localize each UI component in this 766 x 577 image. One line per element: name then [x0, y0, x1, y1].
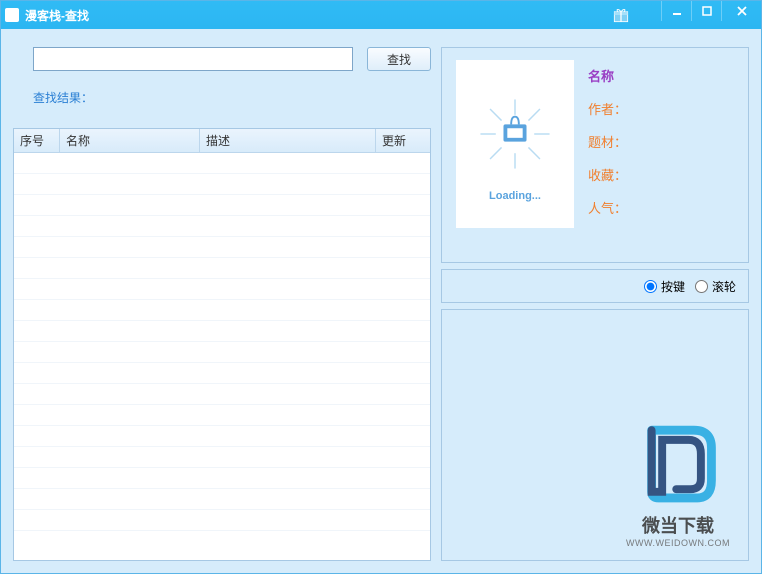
table-row[interactable] — [14, 279, 430, 300]
col-header-desc[interactable]: 描述 — [200, 129, 376, 152]
radio-wheel-input[interactable] — [695, 280, 708, 293]
app-window: 漫客栈-查找 查找 查找结果： 序号 — [0, 0, 762, 574]
app-icon — [5, 8, 19, 22]
watermark-url: WWW.WEIDOWN.COM — [626, 538, 730, 548]
table-header: 序号 名称 描述 更新 — [14, 129, 430, 153]
table-row[interactable] — [14, 426, 430, 447]
radio-key-label: 按键 — [661, 278, 685, 295]
close-button[interactable] — [721, 1, 761, 21]
table-row[interactable] — [14, 237, 430, 258]
table-row[interactable] — [14, 321, 430, 342]
mode-radio-box: 按键 滚轮 — [441, 269, 749, 303]
meta-name: 名称 — [588, 66, 627, 85]
radio-wheel[interactable]: 滚轮 — [695, 278, 736, 295]
result-label: 查找结果： — [33, 89, 431, 106]
watermark-text: 微当下载 — [626, 512, 730, 538]
results-table: 序号 名称 描述 更新 — [13, 128, 431, 561]
maximize-button[interactable] — [691, 1, 721, 21]
table-row[interactable] — [14, 489, 430, 510]
table-row[interactable] — [14, 384, 430, 405]
loading-icon — [467, 86, 563, 182]
meta-fav: 收藏： — [588, 165, 627, 184]
preview-box: 微当下载 WWW.WEIDOWN.COM — [441, 309, 749, 561]
table-body[interactable] — [14, 153, 430, 560]
table-row[interactable] — [14, 363, 430, 384]
window-controls — [661, 1, 761, 21]
radio-wheel-label: 滚轮 — [712, 278, 736, 295]
minimize-button[interactable] — [661, 1, 691, 21]
search-button[interactable]: 查找 — [367, 47, 431, 71]
table-row[interactable] — [14, 447, 430, 468]
table-row[interactable] — [14, 468, 430, 489]
table-row[interactable] — [14, 153, 430, 174]
search-row: 查找 — [33, 47, 431, 71]
radio-key[interactable]: 按键 — [644, 278, 685, 295]
meta-pop: 人气： — [588, 198, 627, 217]
gift-icon[interactable] — [611, 5, 631, 25]
table-row[interactable] — [14, 174, 430, 195]
col-header-update[interactable]: 更新 — [376, 129, 430, 152]
search-input[interactable] — [33, 47, 353, 71]
loading-text: Loading... — [489, 190, 541, 202]
window-title: 漫客栈-查找 — [25, 7, 89, 24]
info-box: Loading... 名称 作者： 题材： 收藏： 人气： — [441, 47, 749, 263]
meta-author: 作者： — [588, 99, 627, 118]
meta-list: 名称 作者： 题材： 收藏： 人气： — [588, 60, 627, 250]
titlebar[interactable]: 漫客栈-查找 — [1, 1, 761, 29]
table-row[interactable] — [14, 405, 430, 426]
col-header-name[interactable]: 名称 — [60, 129, 200, 152]
content-area: 查找 查找结果： 序号 名称 描述 更新 — [1, 29, 761, 573]
radio-key-input[interactable] — [644, 280, 657, 293]
left-panel: 查找 查找结果： 序号 名称 描述 更新 — [13, 47, 431, 561]
table-row[interactable] — [14, 216, 430, 237]
right-panel: Loading... 名称 作者： 题材： 收藏： 人气： 按键 — [441, 47, 749, 561]
watermark: 微当下载 WWW.WEIDOWN.COM — [626, 417, 730, 548]
table-row[interactable] — [14, 195, 430, 216]
table-row[interactable] — [14, 510, 430, 531]
table-row[interactable] — [14, 258, 430, 279]
meta-theme: 题材： — [588, 132, 627, 151]
table-row[interactable] — [14, 300, 430, 321]
thumbnail: Loading... — [456, 60, 574, 228]
table-row[interactable] — [14, 342, 430, 363]
col-header-num[interactable]: 序号 — [14, 129, 60, 152]
watermark-logo-icon — [634, 417, 722, 505]
